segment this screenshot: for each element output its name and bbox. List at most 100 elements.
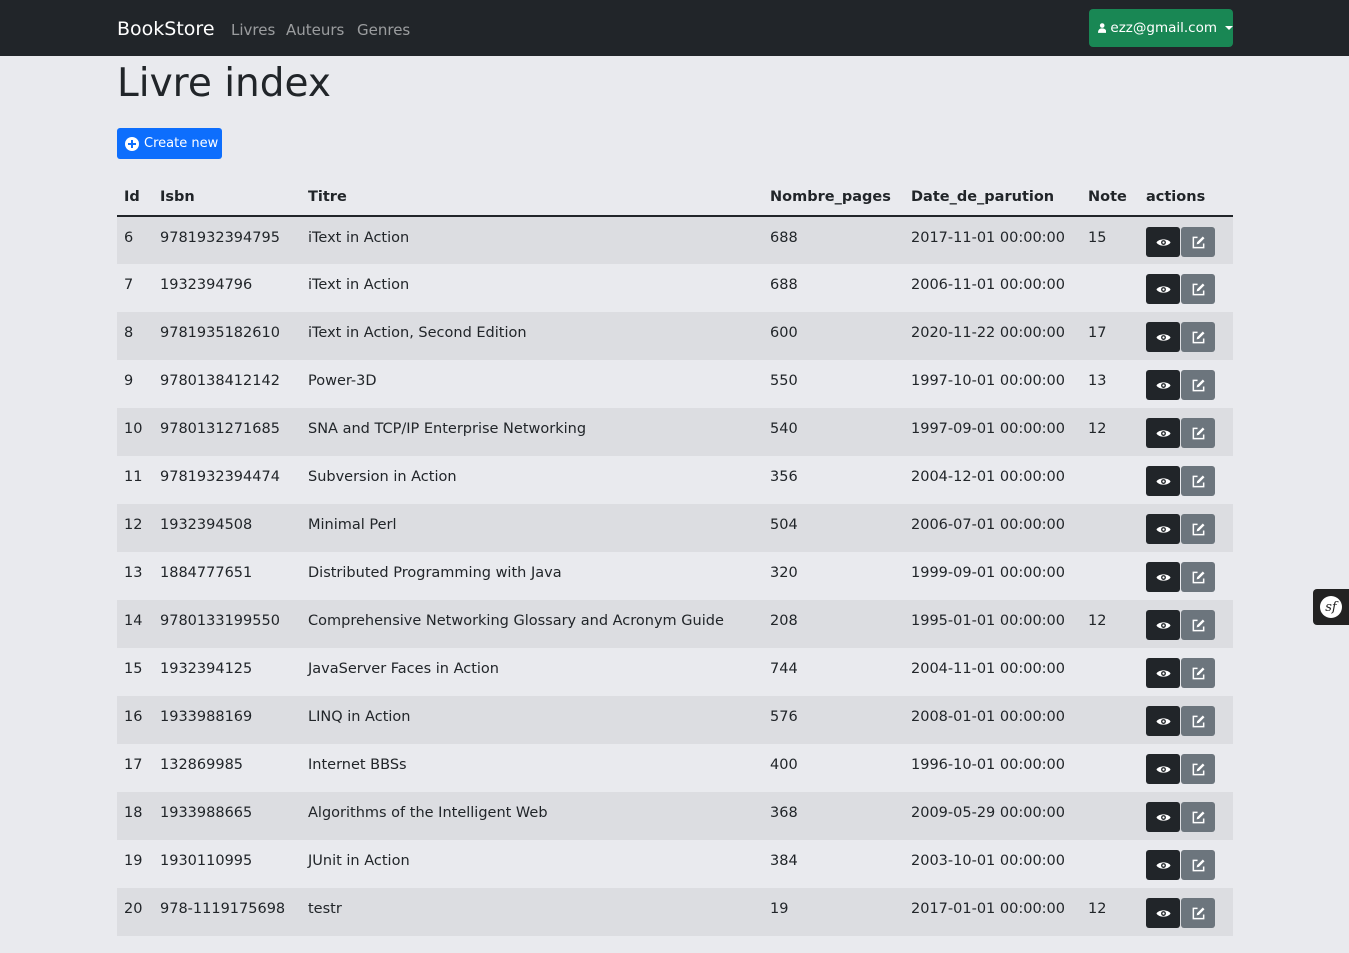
edit-button[interactable] <box>1181 418 1215 448</box>
show-button[interactable] <box>1146 658 1180 688</box>
show-button[interactable] <box>1146 802 1180 832</box>
eye-icon <box>1155 285 1171 293</box>
show-button[interactable] <box>1146 466 1180 496</box>
nav-link-genres[interactable]: Genres <box>357 20 410 40</box>
cell-note: 12 <box>1088 421 1107 437</box>
edit-button[interactable] <box>1181 898 1215 928</box>
cell-date: 1997-10-01 00:00:00 <box>911 373 1065 389</box>
cell-actions <box>1139 792 1233 840</box>
edit-button[interactable] <box>1181 274 1215 304</box>
cell-date: 2008-01-01 00:00:00 <box>911 709 1065 725</box>
cell-actions <box>1139 888 1233 936</box>
cell-id: 9 <box>124 373 134 389</box>
edit-button[interactable] <box>1181 754 1215 784</box>
show-button[interactable] <box>1146 227 1180 257</box>
livre-table: Id Isbn Titre Nombre_pages Date_de_parut… <box>117 178 1233 936</box>
cell-actions <box>1139 648 1233 696</box>
eye-icon <box>1155 717 1171 725</box>
eye-icon <box>1155 669 1171 677</box>
eye-icon <box>1155 765 1171 773</box>
show-button[interactable] <box>1146 322 1180 352</box>
edit-icon <box>1192 523 1204 535</box>
show-button[interactable] <box>1146 754 1180 784</box>
table-row: 16 1933988169 LINQ in Action 576 2008-01-01 … <box>117 696 1233 744</box>
cell-actions <box>1139 216 1233 264</box>
edit-button[interactable] <box>1181 514 1215 544</box>
cell-pages: 19 <box>770 901 789 917</box>
show-button[interactable] <box>1146 514 1180 544</box>
table-row: 20 978-1119175698 testr 19 2017-01-01 00:00:… <box>117 888 1233 936</box>
edit-button[interactable] <box>1181 802 1215 832</box>
cell-date: 2003-10-01 00:00:00 <box>911 853 1065 869</box>
edit-button[interactable] <box>1181 466 1215 496</box>
show-button[interactable] <box>1146 850 1180 880</box>
cell-titre: LINQ in Action <box>308 709 411 725</box>
cell-date: 1995-01-01 00:00:00 <box>911 613 1065 629</box>
eye-icon <box>1155 381 1171 389</box>
cell-date: 2006-07-01 00:00:00 <box>911 517 1065 533</box>
user-icon <box>1098 23 1107 33</box>
cell-date: 2004-11-01 00:00:00 <box>911 661 1065 677</box>
cell-titre: Distributed Programming with Java <box>308 565 562 581</box>
cell-actions <box>1139 312 1233 360</box>
edit-button[interactable] <box>1181 322 1215 352</box>
brand-link[interactable]: BookStore <box>117 17 215 41</box>
cell-pages: 540 <box>770 421 798 437</box>
show-button[interactable] <box>1146 370 1180 400</box>
table-row: 19 1930110995 JUnit in Action 384 2003-10-01… <box>117 840 1233 888</box>
table-row: 8 9781935182610 iText in Action, Second Ed… <box>117 312 1233 360</box>
cell-id: 10 <box>124 421 143 437</box>
table-row: 9 9780138412142 Power-3D 550 1997-10-01 00:0… <box>117 360 1233 408</box>
eye-icon <box>1155 477 1171 485</box>
nav-link-livres[interactable]: Livres <box>231 20 275 40</box>
cell-isbn: 1930110995 <box>160 853 253 869</box>
create-new-label: Create new <box>144 136 219 151</box>
cell-note: 12 <box>1088 613 1107 629</box>
show-button[interactable] <box>1146 610 1180 640</box>
eye-icon <box>1155 621 1171 629</box>
cell-titre: Internet BBSs <box>308 757 407 773</box>
edit-icon <box>1192 619 1204 631</box>
show-button[interactable] <box>1146 562 1180 592</box>
table-row: 6 9781932394795 iText in Action 688 2017-11-… <box>117 216 1233 264</box>
table-row: 10 9780131271685 SNA and TCP/IP Enterprise… <box>117 408 1233 456</box>
cell-titre: Algorithms of the Intelligent Web <box>308 805 548 821</box>
cell-note <box>1081 840 1139 888</box>
cell-date: 2017-11-01 00:00:00 <box>911 230 1065 246</box>
nav-link-auteurs[interactable]: Auteurs <box>286 20 344 40</box>
cell-titre: Minimal Perl <box>308 517 397 533</box>
show-button[interactable] <box>1146 418 1180 448</box>
cell-note <box>1081 792 1139 840</box>
edit-button[interactable] <box>1181 850 1215 880</box>
symfony-debug-toggle[interactable]: sf <box>1313 589 1349 625</box>
cell-id: 13 <box>124 565 143 581</box>
show-button[interactable] <box>1146 898 1180 928</box>
cell-date: 2006-11-01 00:00:00 <box>911 277 1065 293</box>
show-button[interactable] <box>1146 274 1180 304</box>
edit-button[interactable] <box>1181 706 1215 736</box>
edit-button[interactable] <box>1181 562 1215 592</box>
edit-button[interactable] <box>1181 227 1215 257</box>
cell-titre: iText in Action <box>308 277 410 293</box>
edit-icon <box>1192 763 1204 775</box>
edit-icon <box>1192 379 1204 391</box>
create-new-button[interactable]: Create new <box>117 128 222 159</box>
col-header-isbn: Isbn <box>153 178 301 217</box>
show-button[interactable] <box>1146 706 1180 736</box>
col-header-date: Date_de_parution <box>904 178 1081 217</box>
edit-icon <box>1192 715 1204 727</box>
table-header-row: Id Isbn Titre Nombre_pages Date_de_parut… <box>117 178 1233 217</box>
cell-date: 2009-05-29 00:00:00 <box>911 805 1065 821</box>
cell-actions <box>1139 600 1233 648</box>
edit-button[interactable] <box>1181 610 1215 640</box>
cell-pages: 384 <box>770 853 798 869</box>
edit-icon <box>1192 571 1204 583</box>
user-dropdown-button[interactable]: ezz@gmail.com <box>1089 9 1233 47</box>
table-row: 12 1932394508 Minimal Perl 504 2006-07-01 00… <box>117 504 1233 552</box>
cell-pages: 688 <box>770 230 798 246</box>
table-row: 18 1933988665 Algorithms of the Intelligen… <box>117 792 1233 840</box>
edit-button[interactable] <box>1181 658 1215 688</box>
cell-date: 1997-09-01 00:00:00 <box>911 421 1065 437</box>
edit-button[interactable] <box>1181 370 1215 400</box>
cell-titre: iText in Action <box>308 230 410 246</box>
